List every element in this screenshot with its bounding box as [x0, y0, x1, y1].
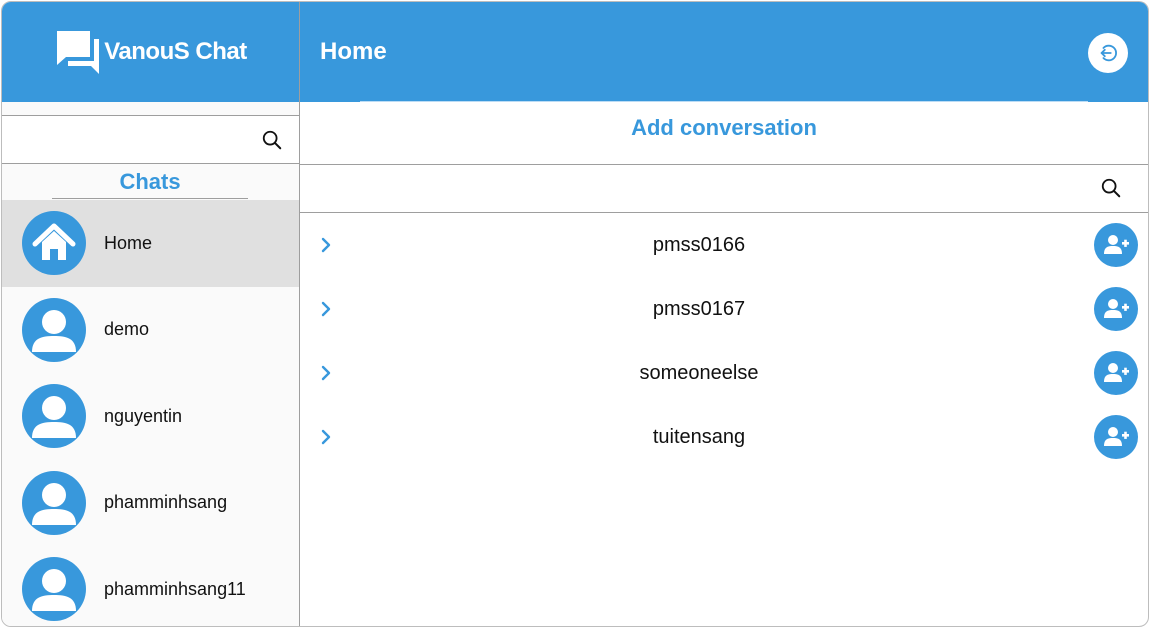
chat-app-window: VanouS Chat Chats Home demo nguyentin ph…: [1, 1, 1149, 627]
sidebar-item-demo[interactable]: demo: [2, 287, 299, 374]
sidebar-item-home[interactable]: Home: [2, 200, 299, 287]
sidebar-item-phamminhsang[interactable]: phamminhsang: [2, 460, 299, 547]
add-user-button[interactable]: [1094, 223, 1138, 267]
top-bar: Home: [300, 2, 1148, 102]
sidebar-search-input[interactable]: [2, 116, 299, 163]
chevron-right-icon[interactable]: [318, 235, 334, 255]
add-user-icon: [1104, 363, 1129, 382]
search-icon[interactable]: [261, 129, 283, 151]
add-user-button[interactable]: [1094, 287, 1138, 331]
add-conversation-title: Add conversation: [631, 115, 817, 140]
user-avatar-icon: [22, 297, 86, 362]
list-item: pmss0167: [300, 277, 1148, 341]
sidebar: VanouS Chat Chats Home demo nguyentin ph…: [2, 2, 300, 626]
main-panel: Home Add conversation pmss0166 pmss0167 …: [300, 2, 1148, 626]
home-icon: [22, 211, 86, 276]
chevron-right-icon[interactable]: [318, 299, 334, 319]
sidebar-item-label: Home: [104, 232, 153, 253]
add-user-icon: [1104, 235, 1129, 254]
add-user-icon: [1104, 427, 1129, 446]
user-avatar-icon: [22, 384, 86, 449]
add-user-button[interactable]: [1094, 351, 1138, 395]
list-item: someoneelse: [300, 341, 1148, 405]
chevron-right-icon[interactable]: [318, 427, 334, 447]
sidebar-item-label: phamminhsang11: [104, 578, 246, 599]
user-name: pmss0166: [652, 234, 746, 256]
chevron-right-icon[interactable]: [318, 363, 334, 383]
list-item: tuitensang: [300, 405, 1148, 469]
user-avatar-icon: [22, 557, 86, 622]
user-name: pmss0167: [652, 298, 746, 320]
chat-list: Home demo nguyentin phamminhsang phammin…: [2, 200, 299, 626]
sidebar-item-label: demo: [104, 319, 150, 340]
sidebar-item-label: phamminhsang: [104, 492, 228, 513]
sidebar-search: [2, 115, 299, 164]
sidebar-item-phamminhsang11[interactable]: phamminhsang11: [2, 546, 299, 626]
user-search-input[interactable]: [300, 165, 1148, 212]
search-icon[interactable]: [1100, 177, 1122, 199]
brand-name: VanouS Chat: [104, 38, 247, 65]
sidebar-item-label: nguyentin: [104, 405, 183, 426]
add-user-button[interactable]: [1094, 415, 1138, 459]
logout-button[interactable]: [1088, 33, 1128, 73]
user-list: pmss0166 pmss0167 someoneelse tuitensang: [300, 213, 1148, 469]
user-search: [300, 164, 1148, 213]
brand-header: VanouS Chat: [2, 2, 299, 102]
sidebar-item-nguyentin[interactable]: nguyentin: [2, 373, 299, 460]
chat-bubbles-icon: [57, 31, 100, 74]
list-item: pmss0166: [300, 213, 1148, 277]
user-name: someoneelse: [639, 362, 759, 384]
page-title: Home: [320, 38, 387, 65]
chats-title: Chats: [52, 168, 248, 199]
add-user-icon: [1104, 299, 1129, 318]
logout-icon: [1100, 44, 1117, 62]
user-name: tuitensang: [652, 426, 746, 448]
user-avatar-icon: [22, 470, 86, 535]
